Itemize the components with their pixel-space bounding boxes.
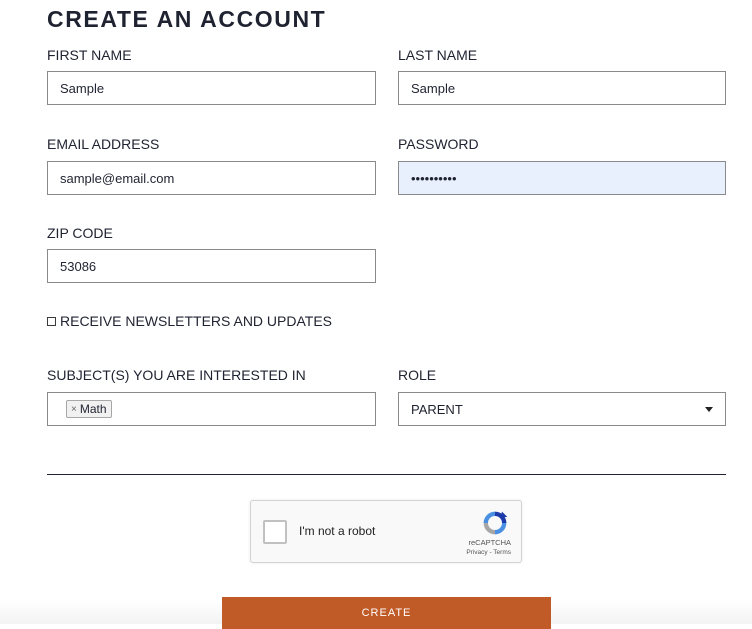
first-name-field[interactable]: Sample [47, 71, 376, 105]
recaptcha-logo-icon [483, 511, 508, 535]
password-label: PASSWORD [398, 136, 479, 152]
recaptcha-checkbox[interactable] [263, 520, 287, 544]
subjects-multiselect[interactable]: × Math [47, 392, 376, 426]
divider [47, 474, 726, 475]
close-icon[interactable]: × [71, 404, 77, 415]
subject-tag: × Math [66, 400, 112, 418]
last-name-label: LAST NAME [398, 47, 478, 63]
chevron-down-icon[interactable] [705, 406, 713, 412]
create-button[interactable]: CREATE [222, 597, 551, 629]
role-value: PARENT [411, 401, 463, 417]
zip-code-label: ZIP CODE [47, 225, 113, 241]
recaptcha-widget: I'm not a robot reCAPTCHA Privacy - Term… [250, 500, 522, 563]
recaptcha-links[interactable]: Privacy - Terms [466, 549, 511, 556]
last-name-value: Sample [411, 80, 456, 96]
role-select[interactable]: PARENT [398, 392, 726, 426]
email-label: EMAIL ADDRESS [47, 136, 160, 152]
role-label: ROLE [398, 367, 437, 383]
password-field[interactable]: •••••••••• [398, 161, 726, 195]
zip-code-value: 53086 [60, 258, 97, 274]
page-title: CREATE AN ACCOUNT [47, 6, 327, 32]
email-value: sample@email.com [60, 170, 175, 186]
email-field[interactable]: sample@email.com [47, 161, 376, 195]
recaptcha-text: I'm not a robot [299, 524, 376, 538]
recaptcha-brand: reCAPTCHA [468, 538, 511, 547]
newsletter-row[interactable]: RECEIVE NEWSLETTERS AND UPDATES [47, 313, 332, 329]
subjects-label: SUBJECT(S) YOU ARE INTERESTED IN [47, 367, 306, 383]
password-value: •••••••••• [411, 170, 457, 186]
zip-code-field[interactable]: 53086 [47, 249, 376, 283]
last-name-field[interactable]: Sample [398, 71, 726, 105]
first-name-label: FIRST NAME [47, 47, 132, 63]
newsletter-label: RECEIVE NEWSLETTERS AND UPDATES [60, 313, 333, 329]
first-name-value: Sample [60, 80, 105, 96]
subject-tag-label: Math [79, 402, 107, 416]
newsletter-checkbox[interactable] [47, 316, 56, 326]
